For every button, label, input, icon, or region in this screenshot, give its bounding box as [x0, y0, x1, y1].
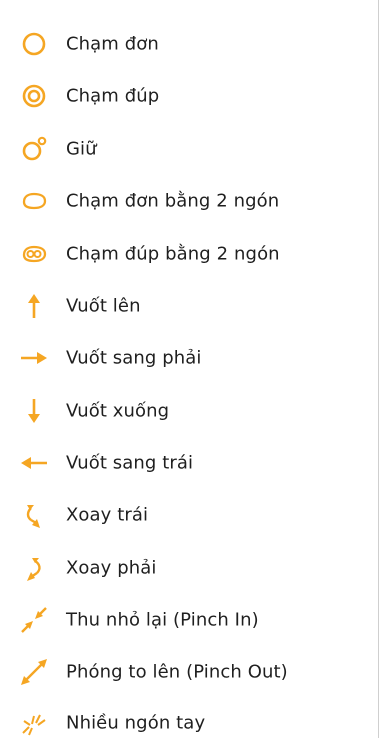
menu-item-swipe-left[interactable]: Vuốt sang trái: [0, 437, 378, 489]
pinch-in-icon: [21, 607, 47, 633]
menu-item-pinch-in[interactable]: Thu nhỏ lại (Pinch In): [0, 594, 378, 646]
press-hold-icon: [22, 136, 47, 161]
tap-icon: [22, 32, 46, 56]
menu-item-rotate-right[interactable]: Xoay phải: [0, 542, 378, 594]
menu-item-two-finger-tap[interactable]: Chạm đơn bằng 2 ngón: [0, 175, 378, 227]
multi-finger-icon: [22, 714, 46, 736]
menu-item-press-hold[interactable]: Giữ: [0, 123, 378, 175]
two-finger-double-tap-icon: [22, 245, 47, 263]
menu-item-label: Chạm đúp: [66, 85, 160, 107]
menu-item-label: Chạm đơn: [66, 33, 159, 55]
rotate-right-icon: [27, 558, 41, 581]
menu-item-swipe-right[interactable]: Vuốt sang phải: [0, 332, 378, 384]
menu-item-label: Xoay phải: [66, 557, 157, 579]
menu-item-label: Vuốt sang trái: [66, 452, 194, 474]
swipe-down-icon: [28, 399, 40, 423]
pinch-out-icon: [21, 659, 47, 685]
swipe-left-icon: [21, 457, 47, 469]
double-tap-icon: [22, 84, 46, 108]
menu-item-two-finger-double-tap[interactable]: Chạm đúp bằng 2 ngón: [0, 228, 378, 280]
menu-item-label: Vuốt lên: [66, 295, 141, 317]
menu-item-multi-finger[interactable]: Nhiều ngón tay: [0, 697, 378, 749]
menu-item-tap[interactable]: Chạm đơn: [0, 18, 378, 70]
menu-item-label: Chạm đơn bằng 2 ngón: [66, 190, 280, 212]
menu-item-label: Thu nhỏ lại (Pinch In): [66, 609, 259, 631]
gesture-menu: Chạm đơn Chạm đúp Giữ Chạm đơn bằng 2 ng…: [0, 0, 379, 738]
menu-item-pinch-out[interactable]: Phóng to lên (Pinch Out): [0, 646, 378, 698]
menu-item-rotate-left[interactable]: Xoay trái: [0, 489, 378, 541]
menu-item-swipe-down[interactable]: Vuốt xuống: [0, 385, 378, 437]
menu-item-label: Vuốt xuống: [66, 400, 170, 422]
menu-item-label: Xoay trái: [66, 504, 149, 526]
menu-item-swipe-up[interactable]: Vuốt lên: [0, 280, 378, 332]
menu-item-label: Vuốt sang phải: [66, 347, 202, 369]
menu-item-label: Phóng to lên (Pinch Out): [66, 661, 288, 683]
menu-item-label: Nhiều ngón tay: [66, 712, 206, 734]
rotate-left-icon: [26, 505, 40, 528]
menu-item-double-tap[interactable]: Chạm đúp: [0, 70, 378, 122]
swipe-right-icon: [21, 352, 47, 364]
two-finger-tap-icon: [22, 192, 47, 210]
swipe-up-icon: [28, 294, 40, 318]
menu-item-label: Giữ: [66, 138, 97, 160]
menu-item-label: Chạm đúp bằng 2 ngón: [66, 243, 280, 265]
